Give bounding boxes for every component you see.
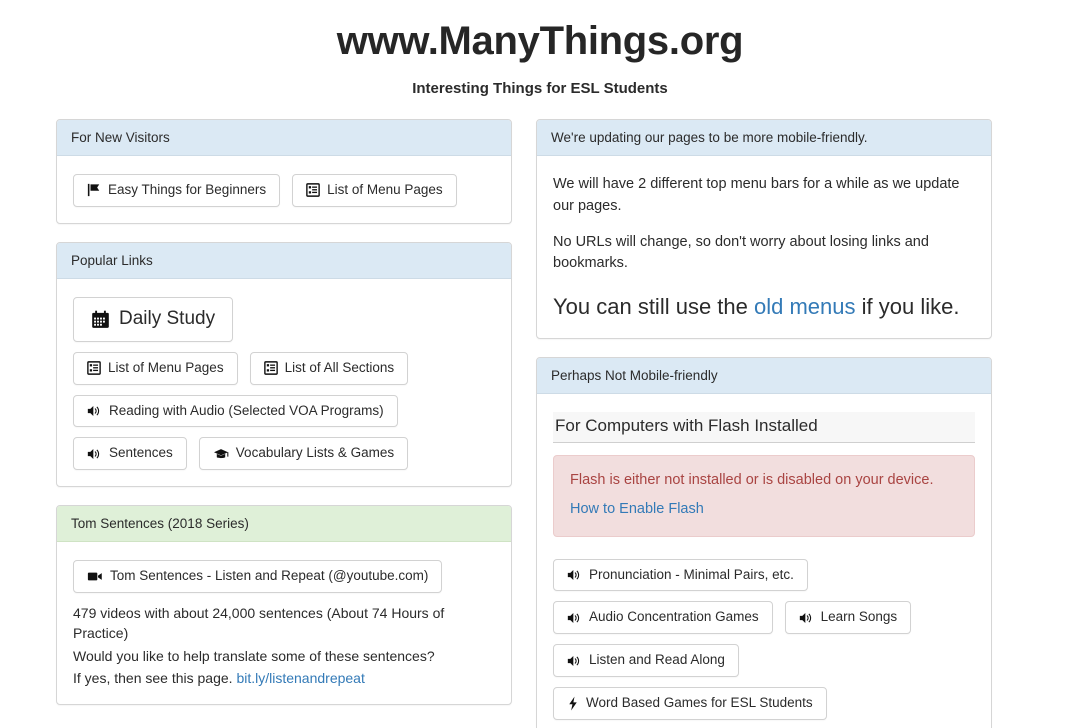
calendar-icon [91,310,110,329]
bolt-icon [567,696,579,711]
page-title: www.ManyThings.org [336,19,744,63]
list-icon [263,361,278,375]
button-label: List of Menu Pages [327,182,443,197]
button-row: Tom Sentences - Listen and Repeat (@yout… [73,560,495,594]
button-row: Reading with Audio (Selected VOA Program… [73,394,495,428]
button-label: List of All Sections [284,359,395,375]
panel-body-mobile-update: We will have 2 different top menu bars f… [537,156,991,338]
panel-for-new-visitors: For New Visitors Easy Things for Beginne… [56,119,512,224]
panel-header-not-mobile-friendly: Perhaps Not Mobile-friendly [537,357,991,394]
flash-alert-message: Flash is either not installed or is disa… [570,471,934,488]
old-menus-line: You can still use the old menus if you l… [553,293,975,322]
button-label: Tom Sentences - Listen and Repeat (@yout… [110,568,429,584]
volume-icon [567,568,582,582]
button-row: Listen and Read Along [553,644,975,678]
panel-popular-links: Popular Links Daily Study List of Menu P… [56,241,512,488]
panel-tom-sentences: Tom Sentences (2018 Series) Tom Sentence… [56,505,512,706]
button-tom-sentences-listen-and-repeat[interactable]: Tom Sentences - Listen and Repeat (@yout… [73,560,443,594]
page-tagline: Interesting Things for ESL Students [412,80,668,97]
button-pronunciation-minimal-pairs[interactable]: Pronunciation - Minimal Pairs, etc. [553,558,808,592]
panel-body-tom-sentences: Tom Sentences - Listen and Repeat (@yout… [57,542,511,704]
flash-alert: Flash is either not installed or is disa… [553,454,975,537]
old-menus-link[interactable]: old menus [754,294,856,319]
button-listen-and-read-along[interactable]: Listen and Read Along [553,644,739,678]
old-menus-prefix: You can still use the [553,294,754,319]
content-columns: For New Visitors Easy Things for Beginne… [0,119,1080,728]
button-row: List of Menu Pages List of All Sections [73,351,495,385]
panel-header-tom-sentences: Tom Sentences (2018 Series) [57,506,511,543]
mobile-update-paragraph-1: We will have 2 different top menu bars f… [553,176,960,214]
button-label: Audio Concentration Games [589,609,759,625]
button-label: Sentences [109,445,173,461]
volume-icon [567,654,582,668]
old-menus-suffix: if you like. [855,294,960,319]
how-to-enable-flash-link[interactable]: How to Enable Flash [570,501,704,517]
button-label: Daily Study [119,307,216,329]
panel-body-popular-links: Daily Study List of Menu Pages List of A… [57,279,511,486]
page-root: www.ManyThings.org Interesting Things fo… [0,18,1080,728]
panel-header-popular-links: Popular Links [57,242,511,279]
tom-sentences-link-line: If yes, then see this page. bit.ly/liste… [73,668,495,688]
list-icon [306,183,320,198]
button-label: Learn Songs [820,609,898,625]
button-label: Easy Things for Beginners [108,182,267,197]
button-daily-study[interactable]: Daily Study [73,296,234,342]
button-learn-songs[interactable]: Learn Songs [784,601,912,635]
mobile-update-paragraph-2: No URLs will change, so don't worry abou… [553,233,929,272]
button-audio-concentration-games[interactable]: Audio Concentration Games [553,601,773,635]
button-word-based-games[interactable]: Word Based Games for ESL Students [553,687,827,721]
panel-body-not-mobile-friendly: For Computers with Flash Installed Flash… [537,394,991,728]
button-row: Easy Things for Beginners List of Menu P… [73,174,495,207]
button-sentences[interactable]: Sentences [73,437,187,471]
panel-body-for-new-visitors: Easy Things for Beginners List of Menu P… [57,156,511,223]
tom-sentences-translate-prompt: Would you like to help translate some of… [73,647,435,664]
bitly-listenandrepeat-link[interactable]: bit.ly/listenandrepeat [236,670,364,686]
button-label: List of Menu Pages [108,359,224,375]
volume-icon [567,611,582,625]
button-list-of-menu-pages[interactable]: List of Menu Pages [73,351,238,385]
button-row: Pronunciation - Minimal Pairs, etc. [553,558,975,592]
flash-section-heading: For Computers with Flash Installed [553,411,975,443]
button-vocabulary-lists-and-games[interactable]: Vocabulary Lists & Games [198,437,409,471]
button-label: Reading with Audio (Selected VOA Program… [109,402,384,418]
left-column: For New Visitors Easy Things for Beginne… [56,119,512,723]
video-camera-icon [87,570,103,583]
button-label: Word Based Games for ESL Students [586,695,813,711]
button-label: Listen and Read Along [589,652,725,668]
panel-header-for-new-visitors: For New Visitors [57,120,511,156]
graduation-cap-icon [213,447,229,461]
button-row: Sentences Vocabulary Lists & Games [73,437,495,471]
flag-icon [87,183,101,197]
list-icon [87,361,101,375]
button-label: Pronunciation - Minimal Pairs, etc. [589,566,794,582]
button-easy-things-for-beginners[interactable]: Easy Things for Beginners [73,174,281,207]
right-column: We're updating our pages to be more mobi… [536,119,992,728]
volume-icon [87,404,102,418]
button-row: Audio Concentration Games Learn Songs [553,601,975,635]
button-list-of-all-sections[interactable]: List of All Sections [249,351,409,385]
panel-header-mobile-update: We're updating our pages to be more mobi… [537,120,991,156]
button-list-of-menu-pages[interactable]: List of Menu Pages [292,174,457,207]
panel-mobile-update: We're updating our pages to be more mobi… [536,119,992,339]
tom-sentences-link-prefix: If yes, then see this page. [73,670,237,686]
tom-sentences-stats: 479 videos with about 24,000 sentences (… [73,605,445,642]
button-row: Word Based Games for ESL Students [553,687,975,721]
button-label: Vocabulary Lists & Games [235,445,395,461]
button-reading-with-audio[interactable]: Reading with Audio (Selected VOA Program… [73,394,398,428]
volume-icon [87,447,102,461]
panel-not-mobile-friendly: Perhaps Not Mobile-friendly For Computer… [536,356,992,728]
button-row: Daily Study [73,296,495,342]
volume-icon [799,611,814,625]
